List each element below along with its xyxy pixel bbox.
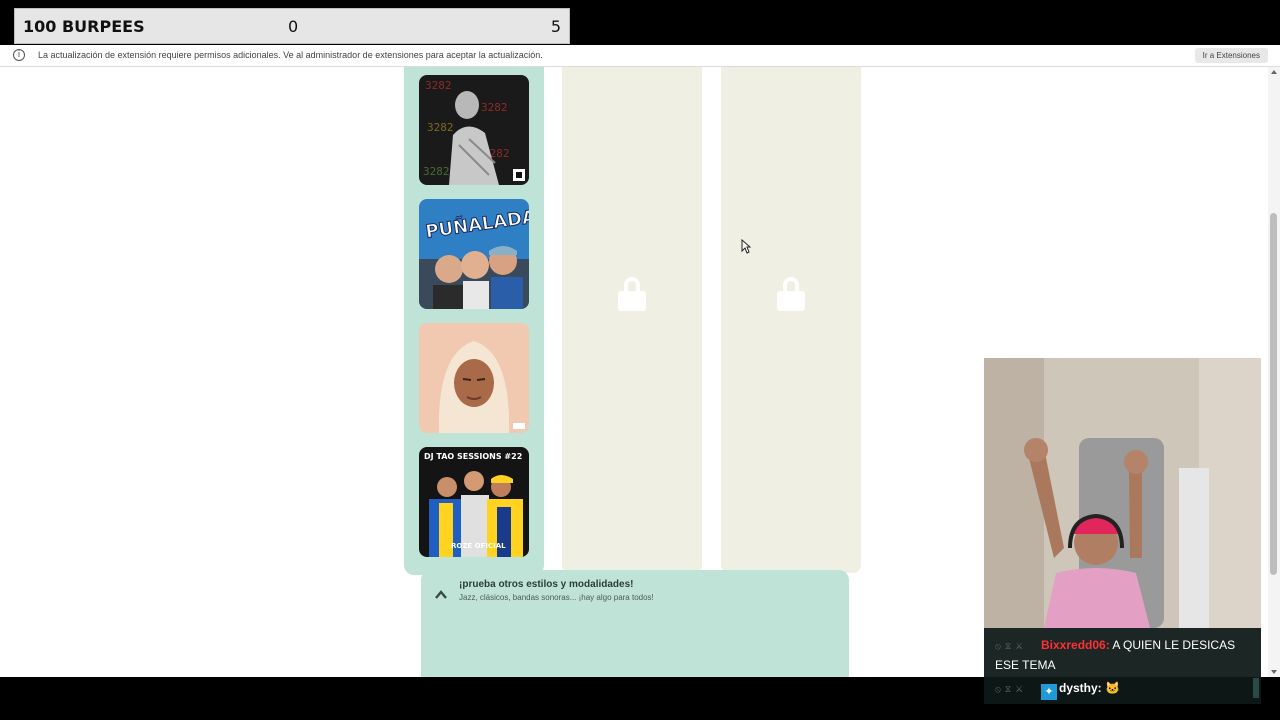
infobar-message: La actualización de extensión requiere p… bbox=[38, 50, 543, 60]
chat-username[interactable]: Bixxredd06: bbox=[1041, 638, 1110, 652]
burpee-counter: 100 BURPEES 0 5 bbox=[14, 8, 570, 44]
mod-action-icons[interactable]: ⦸⧖⚔ bbox=[995, 638, 1041, 656]
page-scrollbar[interactable] bbox=[1268, 67, 1280, 677]
subscriber-badge-icon: ✦ bbox=[1041, 684, 1057, 700]
suggest-subtitle: Jazz, clásicos, bandas sonoras... ¡hay a… bbox=[459, 593, 654, 602]
counter-current: 0 bbox=[288, 16, 299, 36]
stream-frame: 100 BURPEES 0 5 i La actualización de ex… bbox=[0, 0, 1280, 720]
chat-message: ⦸⧖⚔ ✦ dysthy: 🐱 bbox=[995, 679, 1120, 700]
album-cover-dj-tao[interactable]: DJ TAO SESSIONS #22 ROZE OFICIAL bbox=[419, 447, 529, 557]
svg-text:DJ TAO SESSIONS #22: DJ TAO SESSIONS #22 bbox=[424, 452, 522, 461]
go-to-extensions-button[interactable]: Ir a Extensiones bbox=[1194, 48, 1268, 63]
info-icon: i bbox=[13, 49, 25, 61]
emote-icon: 🐱 bbox=[1105, 681, 1120, 695]
lock-icon bbox=[617, 277, 647, 311]
unlocked-column: 3282 3282 3282 3282 3282 PUÑALADAS DJ TA… bbox=[404, 67, 544, 575]
chat-username[interactable]: dysthy: bbox=[1059, 681, 1102, 695]
mod-action-icons[interactable]: ⦸⧖⚔ bbox=[995, 681, 1041, 699]
album-cover-1[interactable]: 3282 3282 3282 3282 3282 bbox=[419, 75, 529, 185]
mouse-cursor-icon bbox=[741, 239, 751, 254]
chevron-up-icon[interactable] bbox=[435, 589, 447, 601]
chat-message: ⦸⧖⚔ Bixxredd06: A QUIEN LE DESICAS ESE TE… bbox=[995, 636, 1253, 674]
scrollbar-thumb[interactable] bbox=[1270, 213, 1277, 575]
lock-icon bbox=[776, 277, 806, 311]
webcam-overlay bbox=[984, 358, 1261, 628]
scroll-down-icon[interactable] bbox=[1271, 670, 1277, 674]
scroll-up-icon[interactable] bbox=[1271, 70, 1277, 74]
try-other-styles-card[interactable]: ¡prueba otros estilos y modalidades! Jaz… bbox=[421, 570, 849, 677]
chat-overlay: ⦸⧖⚔ Bixxredd06: A QUIEN LE DESICAS ESE TE… bbox=[984, 628, 1261, 704]
svg-text:3282: 3282 bbox=[427, 121, 454, 134]
svg-text:3282: 3282 bbox=[481, 101, 508, 114]
album-cover-punaladas[interactable]: PUÑALADAS bbox=[419, 199, 529, 309]
locked-column-1 bbox=[562, 67, 702, 573]
suggest-title: ¡prueba otros estilos y modalidades! bbox=[459, 579, 634, 590]
svg-text:ROZE OFICIAL: ROZE OFICIAL bbox=[451, 542, 506, 550]
svg-text:3282: 3282 bbox=[423, 165, 450, 178]
album-cover-3[interactable] bbox=[419, 323, 529, 433]
locked-column-2 bbox=[721, 67, 861, 573]
chat-scrollbar[interactable] bbox=[1253, 678, 1259, 698]
svg-text:3282: 3282 bbox=[425, 79, 452, 92]
extension-infobar: i La actualización de extensión requiere… bbox=[0, 45, 1280, 67]
counter-goal: 5 bbox=[550, 16, 561, 36]
counter-title: 100 BURPEES bbox=[23, 16, 145, 36]
